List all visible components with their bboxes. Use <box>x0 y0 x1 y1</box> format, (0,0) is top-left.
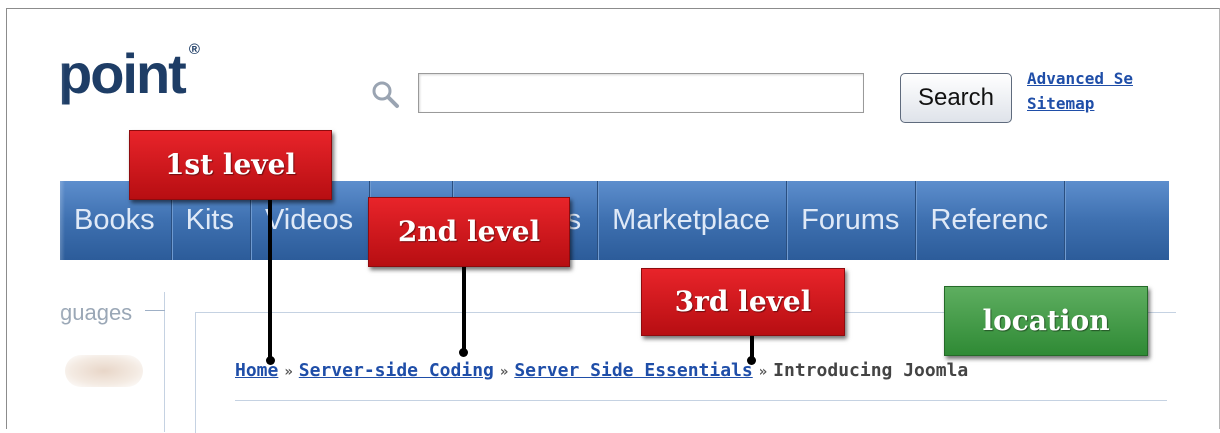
breadcrumb-separator: » <box>284 364 293 380</box>
sitemap-link[interactable]: Sitemap <box>1027 91 1133 116</box>
sidebar-divider <box>145 310 165 311</box>
nav-forums[interactable]: Forums <box>787 181 917 260</box>
level2-pointer <box>462 266 466 354</box>
breadcrumb-separator: » <box>758 364 768 380</box>
level1-pointer-dot <box>266 356 275 365</box>
level2-pointer-dot <box>459 348 468 357</box>
left-fade-overlay <box>7 9 65 423</box>
sidebar-label: guages <box>60 300 133 325</box>
breadcrumb-separator: » <box>499 364 509 380</box>
annotation-3rd-level: 3rd level <box>641 268 845 336</box>
breadcrumb-server-side-coding[interactable]: Server-side Coding <box>299 360 494 381</box>
annotation-2nd-level: 2nd level <box>368 197 570 267</box>
site-logo[interactable]: point ® <box>58 42 200 102</box>
logo-text: point <box>58 42 187 105</box>
top-links: Advanced Se Sitemap <box>1027 66 1133 116</box>
level1-pointer <box>268 198 272 362</box>
nav-marketplace[interactable]: Marketplace <box>598 181 788 260</box>
annotation-1st-level: 1st level <box>129 130 332 200</box>
breadcrumb-rule <box>235 400 1167 401</box>
sidebar-thumbnail <box>65 355 143 387</box>
search-button[interactable]: Search <box>900 73 1012 123</box>
breadcrumb-server-side-essentials[interactable]: Server Side Essentials <box>514 360 752 381</box>
level3-pointer-dot <box>747 356 756 365</box>
breadcrumb-current: Introducing Joomla <box>773 360 969 381</box>
search-input[interactable] <box>418 73 864 113</box>
annotation-location: location <box>944 286 1148 356</box>
nav-reference[interactable]: Referenc <box>916 181 1066 260</box>
breadcrumb: Home» Server-side Coding» Server Side Esse… <box>235 360 968 381</box>
advanced-search-link[interactable]: Advanced Se <box>1027 66 1133 91</box>
search-icon <box>372 81 399 108</box>
registered-mark: ® <box>188 41 200 58</box>
